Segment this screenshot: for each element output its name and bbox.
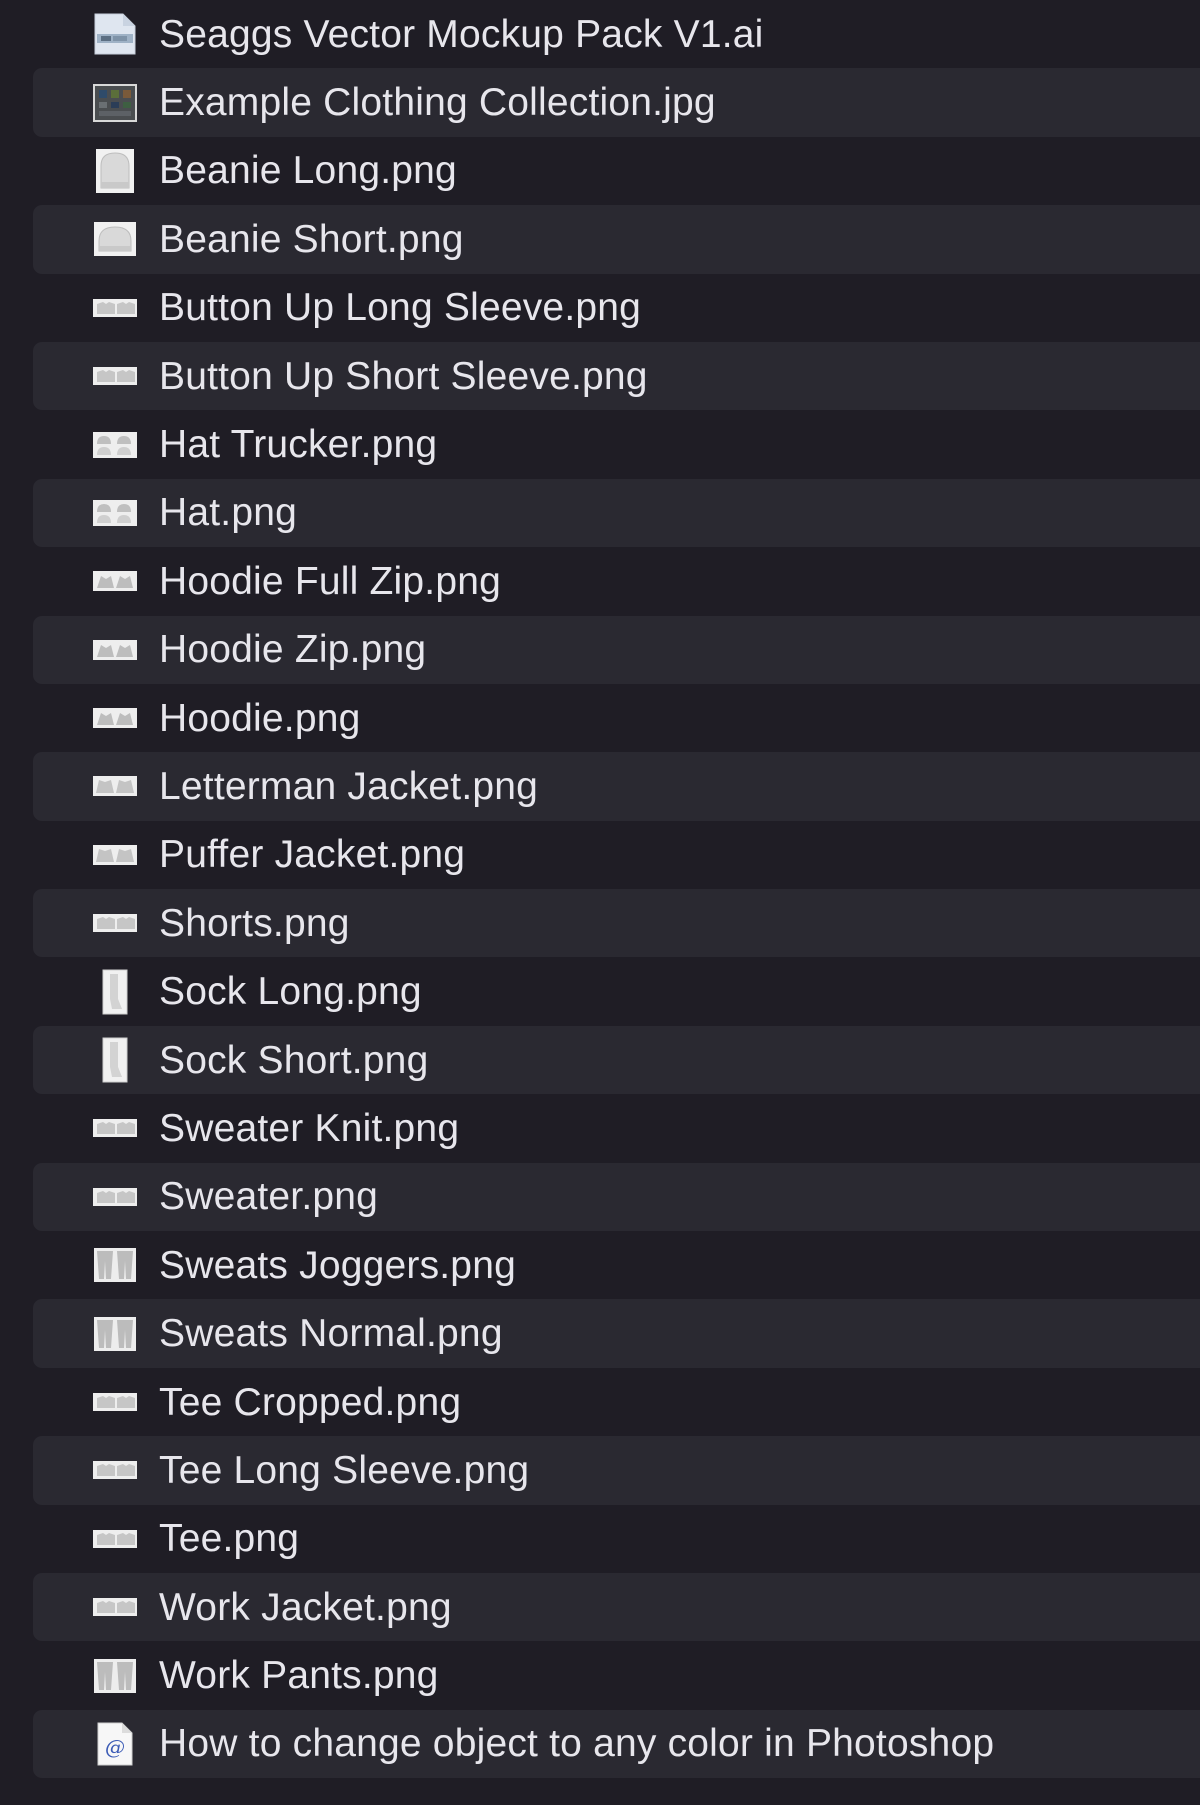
garment-strip-icon <box>91 1514 139 1564</box>
file-row[interactable]: Hoodie Zip.png <box>33 615 1200 684</box>
file-row[interactable]: @ How to change object to any color in Ph… <box>33 1709 1200 1779</box>
file-list: Seaggs Vector Mockup Pack V1.ai Example C… <box>0 0 1200 1805</box>
file-row[interactable]: Sweats Joggers.png <box>33 1231 1200 1299</box>
file-name: How to change object to any color in Pho… <box>159 1722 995 1766</box>
garment-strip-icon <box>91 283 139 333</box>
file-name: Shorts.png <box>159 901 350 945</box>
beanie-short-icon <box>91 214 139 264</box>
file-row[interactable]: Tee Long Sleeve.png <box>33 1436 1200 1505</box>
file-row[interactable]: Sock Long.png <box>33 957 1200 1025</box>
file-row[interactable]: Tee Cropped.png <box>33 1368 1200 1436</box>
file-name: Puffer Jacket.png <box>159 833 466 877</box>
file-name: Beanie Long.png <box>159 149 457 193</box>
hoodie-icon <box>91 693 139 743</box>
file-row[interactable]: Sweats Normal.png <box>33 1299 1200 1368</box>
file-name: Sock Short.png <box>159 1038 429 1082</box>
svg-text:@: @ <box>105 1735 125 1759</box>
file-name: Tee.png <box>159 1517 300 1561</box>
file-name: Sweater Knit.png <box>159 1106 460 1150</box>
file-name: Hoodie.png <box>159 696 361 740</box>
jacket-icon <box>91 761 139 811</box>
ai-document-icon <box>91 9 139 59</box>
file-row[interactable]: Example Clothing Collection.jpg <box>33 68 1200 137</box>
file-name: Sweats Normal.png <box>159 1312 503 1356</box>
hat-icon <box>91 420 139 470</box>
collection-image-icon <box>91 78 139 128</box>
garment-strip-icon <box>91 1377 139 1427</box>
file-row[interactable]: Hoodie.png <box>33 684 1200 752</box>
file-name: Beanie Short.png <box>159 217 464 261</box>
file-row[interactable]: Letterman Jacket.png <box>33 752 1200 821</box>
file-row[interactable]: Tee.png <box>33 1505 1200 1573</box>
file-row[interactable]: Seaggs Vector Mockup Pack V1.ai <box>33 0 1200 68</box>
garment-strip-icon <box>91 1172 139 1222</box>
file-name: Sweats Joggers.png <box>159 1243 516 1287</box>
file-row[interactable]: Work Pants.png <box>33 1641 1200 1709</box>
file-row[interactable]: Hoodie Full Zip.png <box>33 547 1200 615</box>
file-name: Seaggs Vector Mockup Pack V1.ai <box>159 12 764 56</box>
file-name: Letterman Jacket.png <box>159 764 539 808</box>
file-row[interactable]: Sweater Knit.png <box>33 1094 1200 1162</box>
beanie-long-icon <box>91 146 139 196</box>
sock-icon <box>91 967 139 1017</box>
file-row[interactable]: Beanie Long.png <box>33 137 1200 205</box>
file-row[interactable]: Shorts.png <box>33 889 1200 958</box>
pants-icon <box>91 1651 139 1701</box>
file-name: Hat Trucker.png <box>159 423 438 467</box>
hoodie-icon <box>91 556 139 606</box>
file-name: Work Pants.png <box>159 1654 439 1698</box>
file-row[interactable]: Puffer Jacket.png <box>33 821 1200 889</box>
garment-strip-icon <box>91 898 139 948</box>
garment-strip-icon <box>91 1103 139 1153</box>
file-name: Work Jacket.png <box>159 1585 452 1629</box>
file-name: Sock Long.png <box>159 970 422 1014</box>
file-name: Hat.png <box>159 491 297 535</box>
file-row[interactable]: Beanie Short.png <box>33 205 1200 274</box>
file-row[interactable]: Button Up Long Sleeve.png <box>33 274 1200 342</box>
file-name: Tee Cropped.png <box>159 1380 462 1424</box>
file-name: Button Up Long Sleeve.png <box>159 286 642 330</box>
pants-icon <box>91 1240 139 1290</box>
garment-strip-icon <box>91 1582 139 1632</box>
file-name: Hoodie Full Zip.png <box>159 559 501 603</box>
file-name: Button Up Short Sleeve.png <box>159 354 648 398</box>
file-row[interactable]: Hat Trucker.png <box>33 410 1200 478</box>
hoodie-icon <box>91 625 139 675</box>
pants-icon <box>91 1309 139 1359</box>
file-row[interactable]: Sock Short.png <box>33 1025 1200 1095</box>
file-name: Tee Long Sleeve.png <box>159 1448 530 1492</box>
sock-icon <box>91 1035 139 1085</box>
web-location-icon: @ <box>91 1719 139 1769</box>
file-row[interactable]: Sweater.png <box>33 1162 1200 1232</box>
file-row[interactable]: Button Up Short Sleeve.png <box>33 341 1200 411</box>
garment-strip-icon <box>91 1445 139 1495</box>
file-row[interactable]: Hat.png <box>33 478 1200 548</box>
hat-icon <box>91 488 139 538</box>
file-row[interactable]: Work Jacket.png <box>33 1572 1200 1642</box>
jacket-icon <box>91 830 139 880</box>
garment-strip-icon <box>91 351 139 401</box>
file-name: Example Clothing Collection.jpg <box>159 81 716 125</box>
file-name: Sweater.png <box>159 1175 379 1219</box>
file-name: Hoodie Zip.png <box>159 628 427 672</box>
